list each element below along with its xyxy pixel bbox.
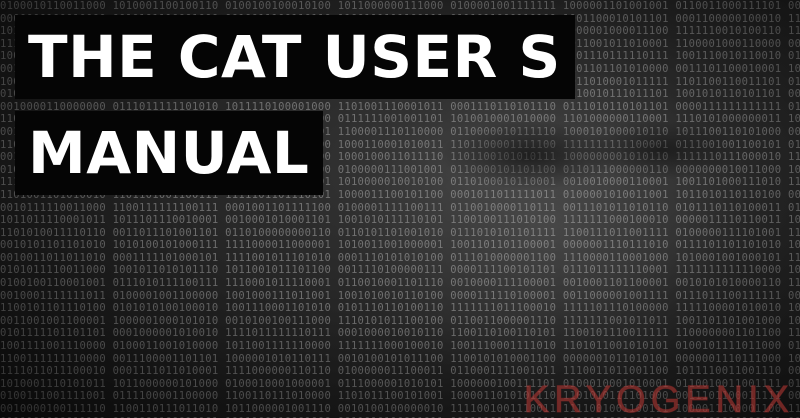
title-line-1: THE CAT USER S (15, 15, 575, 99)
title-line-2: MANUAL (15, 111, 324, 195)
title-block: THE CAT USER S MANUAL (15, 15, 575, 195)
hero-image: 0100010110011000 1010001100100110 010010… (0, 0, 800, 418)
watermark-logo: KRYOGENIX (523, 379, 794, 418)
